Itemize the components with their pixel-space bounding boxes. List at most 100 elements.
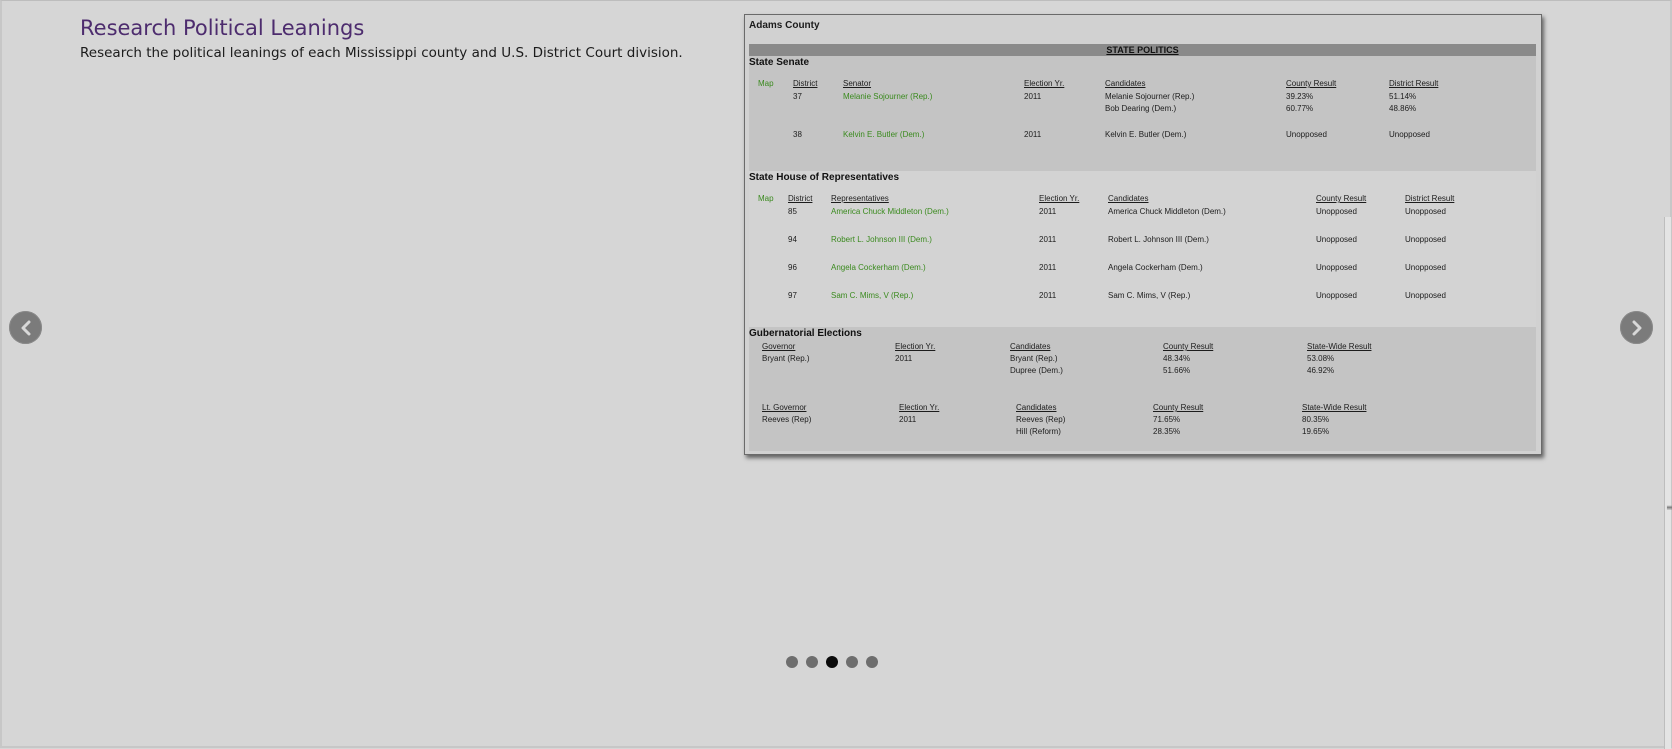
carousel-dot-5[interactable] (866, 656, 878, 668)
column-header: State-Wide Result (1307, 342, 1372, 351)
county-result-cell: 71.65% (1153, 415, 1181, 424)
state-politics-band: STATE POLITICS (749, 44, 1536, 56)
column-header: District (788, 194, 813, 203)
candidate-cell: Reeves (Rep) (1016, 415, 1066, 424)
carousel-prev-button[interactable] (9, 311, 42, 344)
candidate-cell: Sam C. Mims, V (Rep.) (1108, 291, 1191, 300)
page-title: Research Political Leanings (80, 16, 365, 40)
district-cell: 85 (788, 207, 797, 216)
county-result-cell: 48.34% (1163, 354, 1191, 363)
representative-link[interactable]: America Chuck Middleton (Dem.) (831, 207, 949, 216)
section-title: State Senate (749, 57, 810, 68)
senator-link[interactable]: Kelvin E. Butler (Dem.) (843, 130, 924, 139)
lt-governor-cell: Reeves (Rep) (762, 415, 812, 424)
page-subtitle: Research the political leanings of each … (80, 45, 683, 61)
senator-link[interactable]: Melanie Sojourner (Rep.) (843, 92, 932, 101)
district-result-cell: Unopposed (1405, 207, 1446, 216)
column-header: District Result (1405, 194, 1455, 203)
column-header: Candidates (1108, 194, 1149, 203)
section-title: Gubernatorial Elections (749, 328, 862, 339)
county-result-cell: Unopposed (1316, 207, 1357, 216)
column-header: Election Yr. (1024, 79, 1065, 88)
county-title: Adams County (749, 20, 820, 31)
county-result-cell: 60.77% (1286, 104, 1314, 113)
state-house-section: State House of Representatives Map Distr… (749, 171, 1536, 327)
statewide-result-cell: 46.92% (1307, 366, 1335, 375)
year-cell: 2011 (1039, 207, 1057, 216)
column-header: Governor (762, 342, 796, 351)
map-header[interactable]: Map (758, 79, 774, 88)
column-header: Candidates (1016, 403, 1057, 412)
candidate-cell: Hill (Reform) (1016, 427, 1061, 436)
scrollbar-track[interactable] (1664, 217, 1671, 749)
year-cell: 2011 (1039, 291, 1057, 300)
column-header: State-Wide Result (1302, 403, 1367, 412)
column-header: County Result (1316, 194, 1367, 203)
district-result-cell: Unopposed (1405, 263, 1446, 272)
column-header: County Result (1163, 342, 1214, 351)
column-header: Lt. Governor (762, 403, 807, 412)
district-cell: 37 (793, 92, 802, 101)
column-header: County Result (1153, 403, 1204, 412)
candidate-cell: Bryant (Rep.) (1010, 354, 1058, 363)
carousel-slide: Adams County STATE POLITICS State Senate… (744, 14, 1542, 455)
county-result-cell: 28.35% (1153, 427, 1181, 436)
county-result-cell: 39.23% (1286, 92, 1314, 101)
candidate-cell: Melanie Sojourner (Rep.) (1105, 92, 1195, 101)
district-cell: 97 (788, 291, 797, 300)
chevron-left-icon (21, 320, 30, 335)
candidate-cell: Bob Dearing (Dem.) (1105, 104, 1177, 113)
column-header: Representatives (831, 194, 889, 203)
county-result-cell: Unopposed (1316, 235, 1357, 244)
candidate-cell: Kelvin E. Butler (Dem.) (1105, 130, 1187, 139)
year-cell: 2011 (899, 415, 917, 424)
county-result-cell: Unopposed (1316, 263, 1357, 272)
candidate-cell: Dupree (Dem.) (1010, 366, 1063, 375)
statewide-result-cell: 19.65% (1302, 427, 1330, 436)
candidate-cell: Robert L. Johnson III (Dem.) (1108, 235, 1209, 244)
district-result-cell: 51.14% (1389, 92, 1417, 101)
column-header: Election Yr. (899, 403, 940, 412)
district-result-cell: 48.86% (1389, 104, 1417, 113)
year-cell: 2011 (1024, 130, 1042, 139)
candidate-cell: Angela Cockerham (Dem.) (1108, 263, 1203, 272)
representative-link[interactable]: Angela Cockerham (Dem.) (831, 263, 926, 272)
county-result-cell: Unopposed (1286, 130, 1327, 139)
carousel-dot-4[interactable] (846, 656, 858, 668)
carousel-next-button[interactable] (1620, 311, 1653, 344)
representative-link[interactable]: Sam C. Mims, V (Rep.) (831, 291, 913, 300)
county-result-cell: 51.66% (1163, 366, 1191, 375)
map-header[interactable]: Map (758, 194, 774, 203)
carousel-dot-2[interactable] (806, 656, 818, 668)
candidate-cell: America Chuck Middleton (Dem.) (1108, 207, 1226, 216)
year-cell: 2011 (1039, 235, 1057, 244)
column-header: Senator (843, 79, 872, 88)
chevron-right-icon (1632, 320, 1641, 335)
year-cell: 2011 (895, 354, 913, 363)
column-header: Election Yr. (895, 342, 936, 351)
column-header: County Result (1286, 79, 1337, 88)
governor-cell: Bryant (Rep.) (762, 354, 810, 363)
carousel-indicators (786, 656, 878, 668)
district-result-cell: Unopposed (1405, 291, 1446, 300)
year-cell: 2011 (1024, 92, 1042, 101)
gubernatorial-section: Gubernatorial Elections Governor Electio… (749, 327, 1536, 451)
district-cell: 94 (788, 235, 797, 244)
column-header: Election Yr. (1039, 194, 1080, 203)
column-header: Candidates (1010, 342, 1051, 351)
statewide-result-cell: 80.35% (1302, 415, 1330, 424)
county-result-cell: Unopposed (1316, 291, 1357, 300)
section-title: State House of Representatives (749, 172, 900, 183)
district-result-cell: Unopposed (1389, 130, 1430, 139)
year-cell: 2011 (1039, 263, 1057, 272)
column-header: District (793, 79, 818, 88)
column-header: Candidates (1105, 79, 1146, 88)
resize-grip-icon[interactable]: ≡ (1666, 504, 1672, 516)
carousel-dot-1[interactable] (786, 656, 798, 668)
statewide-result-cell: 53.08% (1307, 354, 1335, 363)
district-cell: 96 (788, 263, 797, 272)
carousel-dot-3[interactable] (826, 656, 838, 668)
column-header: District Result (1389, 79, 1439, 88)
district-result-cell: Unopposed (1405, 235, 1446, 244)
representative-link[interactable]: Robert L. Johnson III (Dem.) (831, 235, 932, 244)
